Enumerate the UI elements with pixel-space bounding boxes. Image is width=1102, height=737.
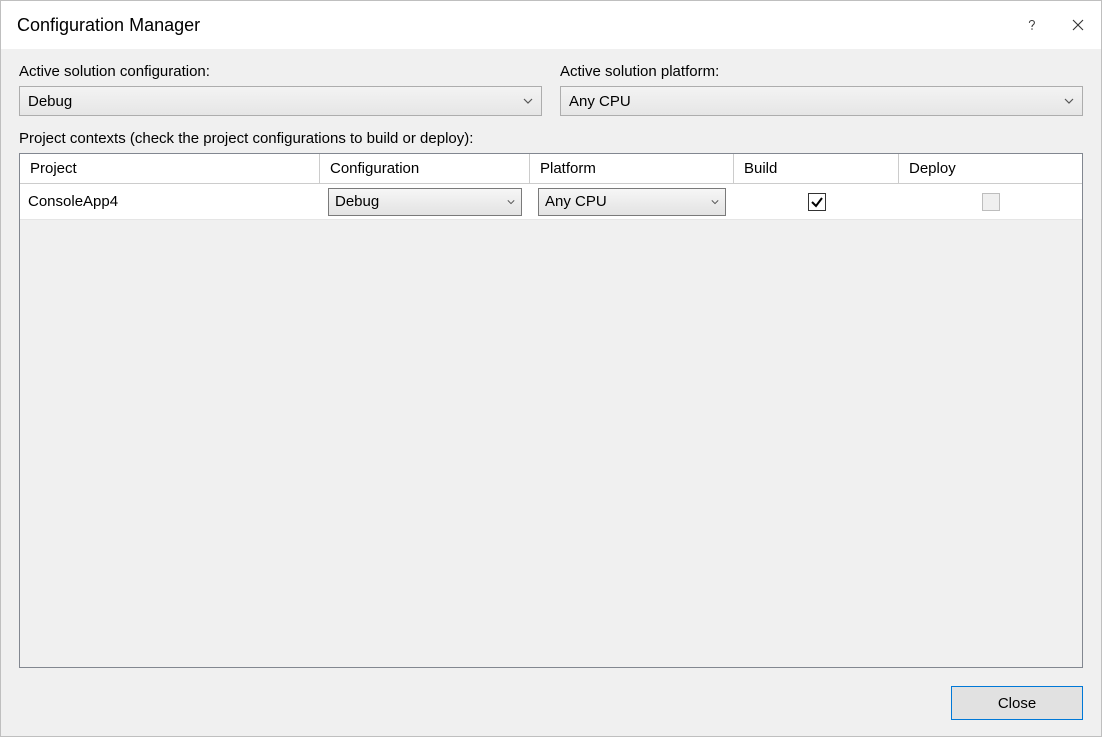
active-platform-dropdown[interactable]: Any CPU (560, 86, 1083, 116)
chevron-down-icon (1064, 98, 1074, 104)
active-platform-value: Any CPU (569, 93, 631, 110)
active-platform-label: Active solution platform: (560, 63, 1083, 80)
row-configuration-dropdown[interactable]: Debug (328, 188, 522, 216)
header-platform[interactable]: Platform (530, 154, 734, 184)
checkmark-icon (810, 195, 824, 209)
dialog-footer: Close (19, 686, 1083, 720)
header-build[interactable]: Build (734, 154, 899, 184)
active-config-label: Active solution configuration: (19, 63, 542, 80)
project-contexts-grid: Project Configuration Platform Build Dep… (19, 153, 1083, 668)
titlebar: Configuration Manager (1, 1, 1101, 49)
chevron-down-icon (507, 199, 515, 204)
row-build-checkbox[interactable] (808, 193, 826, 211)
grid-header-row: Project Configuration Platform Build Dep… (20, 154, 1082, 184)
cell-project-name: ConsoleApp4 (20, 184, 320, 219)
active-config-value: Debug (28, 93, 72, 110)
header-deploy[interactable]: Deploy (899, 154, 1082, 184)
close-window-button[interactable] (1055, 1, 1101, 49)
close-button-label: Close (998, 695, 1036, 712)
dialog-title: Configuration Manager (17, 15, 200, 36)
row-configuration-value: Debug (335, 193, 379, 210)
header-configuration[interactable]: Configuration (320, 154, 530, 184)
project-contexts-label: Project contexts (check the project conf… (19, 130, 1083, 147)
row-platform-value: Any CPU (545, 193, 607, 210)
close-icon (1072, 19, 1084, 31)
chevron-down-icon (711, 199, 719, 204)
table-row: ConsoleApp4 Debug Any CPU (20, 184, 1082, 220)
help-icon (1026, 17, 1038, 33)
header-project[interactable]: Project (20, 154, 320, 184)
help-button[interactable] (1009, 1, 1055, 49)
active-config-dropdown[interactable]: Debug (19, 86, 542, 116)
configuration-manager-dialog: Configuration Manager Active solution co… (0, 0, 1102, 737)
close-button[interactable]: Close (951, 686, 1083, 720)
dialog-content: Active solution configuration: Debug Act… (1, 49, 1101, 736)
row-deploy-checkbox (982, 193, 1000, 211)
grid-body: ConsoleApp4 Debug Any CPU (20, 184, 1082, 667)
chevron-down-icon (523, 98, 533, 104)
row-platform-dropdown[interactable]: Any CPU (538, 188, 726, 216)
